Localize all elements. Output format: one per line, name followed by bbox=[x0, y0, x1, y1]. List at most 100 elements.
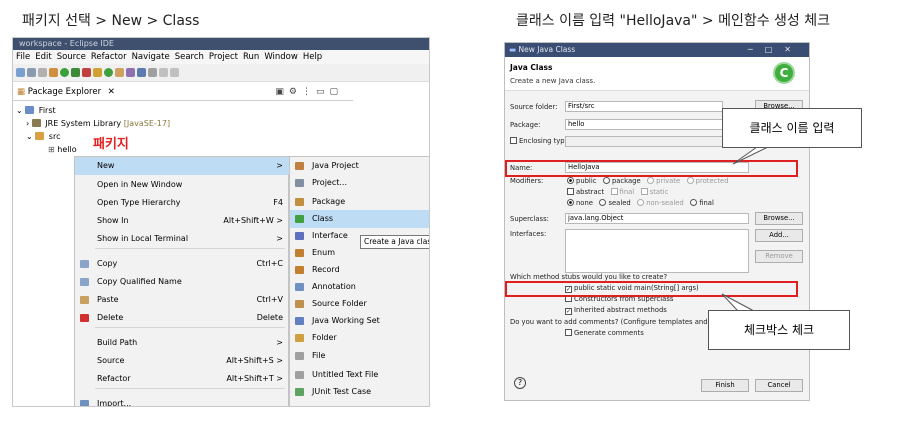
radio-none[interactable] bbox=[567, 199, 574, 206]
remove-button[interactable]: Remove bbox=[755, 250, 803, 263]
submenu-item[interactable]: Folder bbox=[290, 329, 429, 347]
copy-icon bbox=[80, 260, 89, 268]
window-controls[interactable]: ─□✕ bbox=[748, 43, 803, 57]
help-icon[interactable]: ? bbox=[514, 377, 526, 389]
checkbox[interactable] bbox=[510, 137, 517, 144]
context-menu-item[interactable]: Import... bbox=[75, 395, 289, 406]
forward-icon[interactable] bbox=[170, 68, 179, 77]
context-menu-item[interactable]: Open in New Window bbox=[75, 176, 289, 194]
new-icon[interactable] bbox=[16, 68, 25, 77]
menu-item[interactable]: Refactor bbox=[91, 50, 127, 64]
finish-button[interactable]: Finish bbox=[701, 379, 749, 392]
submenu-item[interactable]: Annotation bbox=[290, 278, 429, 296]
menu-item[interactable]: Project bbox=[209, 50, 238, 64]
tree-item-src[interactable]: ⌄ src bbox=[26, 131, 60, 142]
menu-item[interactable]: Window bbox=[264, 50, 298, 64]
submenu-item-label: Class bbox=[312, 214, 334, 223]
radio-label: none bbox=[576, 199, 593, 207]
enclosing-type-row[interactable]: Enclosing type: bbox=[510, 137, 571, 145]
dialog-title: New Java Class bbox=[518, 45, 576, 54]
view-toolbar-icons[interactable]: ▣⚙⋮▭▢ bbox=[275, 83, 343, 101]
menu-item[interactable]: Source bbox=[57, 50, 86, 64]
superclass-browse-button[interactable]: Browse... bbox=[755, 212, 803, 225]
external-tools-icon[interactable] bbox=[82, 68, 91, 77]
radio-protected[interactable] bbox=[686, 177, 694, 184]
submenu-item[interactable]: Java Working Set bbox=[290, 312, 429, 330]
close-icon[interactable]: ✕ bbox=[108, 87, 115, 97]
radio-sealed[interactable] bbox=[599, 199, 607, 206]
context-menu-item[interactable]: Refactor Alt+Shift+T > bbox=[75, 370, 289, 388]
submenu-item[interactable]: Other... Ctrl+N bbox=[290, 403, 429, 406]
context-menu-item[interactable]: Copy Ctrl+C bbox=[75, 255, 289, 273]
new-class-icon[interactable] bbox=[104, 68, 113, 77]
submenu-item[interactable]: Project... bbox=[290, 174, 429, 192]
source-folder-field[interactable]: First/src bbox=[565, 101, 723, 112]
package-label: Package: bbox=[510, 121, 541, 129]
radio-public[interactable] bbox=[567, 177, 574, 184]
generate-comments-row[interactable]: Generate comments bbox=[565, 329, 644, 337]
tree-item-package[interactable]: ⊞ hello bbox=[48, 144, 77, 155]
interfaces-list[interactable] bbox=[565, 229, 749, 273]
add-button[interactable]: Add... bbox=[755, 229, 803, 242]
radio-package[interactable] bbox=[602, 177, 610, 184]
radio-non-sealed[interactable] bbox=[637, 199, 645, 206]
context-menu-item[interactable]: Open Type Hierarchy F4 bbox=[75, 194, 289, 212]
chevron-right-icon[interactable]: › bbox=[26, 119, 29, 128]
open-type-icon[interactable] bbox=[115, 68, 124, 77]
context-menu-item[interactable]: Copy Qualified Name bbox=[75, 273, 289, 291]
cancel-button[interactable]: Cancel bbox=[755, 379, 803, 392]
menu-item[interactable]: Navigate bbox=[132, 50, 170, 64]
new-package-icon[interactable] bbox=[93, 68, 102, 77]
back-icon[interactable] bbox=[159, 68, 168, 77]
superclass-label: Superclass: bbox=[510, 215, 549, 223]
checkbox-static[interactable] bbox=[640, 188, 648, 195]
context-menu-item[interactable]: New > bbox=[75, 157, 289, 175]
tree-item-project[interactable]: ⌄ First bbox=[16, 105, 56, 116]
context-menu-item[interactable]: Show in Local Terminal > bbox=[75, 230, 289, 248]
debug-icon[interactable] bbox=[49, 68, 58, 77]
save-all-icon[interactable] bbox=[38, 68, 47, 77]
package-explorer-tab[interactable]: ▦ Package Explorer ✕ ▣⚙⋮▭▢ bbox=[13, 83, 353, 101]
submenu-item[interactable]: Untitled Text File bbox=[290, 366, 429, 384]
checkbox-inherited-checked[interactable]: ✓ bbox=[565, 308, 572, 315]
chevron-down-icon[interactable]: ⌄ bbox=[16, 106, 23, 115]
toolbar bbox=[13, 64, 429, 82]
submenu-item[interactable]: Class bbox=[290, 210, 429, 228]
enclosing-type-field[interactable] bbox=[565, 136, 723, 147]
submenu-item[interactable]: Source Folder bbox=[290, 295, 429, 313]
paste-icon bbox=[80, 296, 89, 304]
package-field[interactable]: hello bbox=[565, 119, 723, 130]
submenu-item[interactable]: Java Project bbox=[290, 157, 429, 175]
chevron-down-icon[interactable]: ⌄ bbox=[26, 132, 33, 141]
menu-item[interactable]: Run bbox=[243, 50, 259, 64]
menu-item[interactable]: File bbox=[16, 50, 30, 64]
stub-inherited-row[interactable]: ✓ Inherited abstract methods bbox=[565, 306, 667, 315]
radio-final[interactable] bbox=[690, 199, 698, 206]
annotation-nav-icon[interactable] bbox=[148, 68, 157, 77]
context-menu-item[interactable]: Delete Delete bbox=[75, 309, 289, 327]
checkbox-generate-comments[interactable] bbox=[565, 329, 572, 336]
search-icon[interactable] bbox=[126, 68, 135, 77]
checkbox-abstract[interactable] bbox=[567, 188, 574, 195]
context-menu-item[interactable]: Source Alt+Shift+S > bbox=[75, 352, 289, 370]
tree-item-jre[interactable]: › JRE System Library [JavaSE-17] bbox=[26, 118, 170, 129]
context-menu-item[interactable]: Show In Alt+Shift+W > bbox=[75, 212, 289, 230]
save-icon[interactable] bbox=[27, 68, 36, 77]
submenu-item[interactable]: File bbox=[290, 347, 429, 365]
checkbox-final[interactable] bbox=[610, 188, 618, 195]
checkbox-label: static bbox=[649, 188, 669, 196]
coverage-icon[interactable] bbox=[71, 68, 80, 77]
radio-private[interactable] bbox=[647, 177, 655, 184]
menu-item[interactable]: Search bbox=[175, 50, 204, 64]
context-menu-item[interactable]: Paste Ctrl+V bbox=[75, 291, 289, 309]
submenu-item[interactable]: JUnit Test Case bbox=[290, 383, 429, 401]
context-menu-item[interactable]: Build Path > bbox=[75, 334, 289, 352]
menu-item[interactable]: Edit bbox=[35, 50, 51, 64]
superclass-field[interactable]: java.lang.Object bbox=[565, 213, 749, 224]
run-icon[interactable] bbox=[60, 68, 69, 77]
menu-item-shortcut: Alt+Shift+S > bbox=[226, 356, 283, 365]
submenu-item[interactable]: Package bbox=[290, 193, 429, 211]
submenu-item[interactable]: Record bbox=[290, 261, 429, 279]
terminal-icon[interactable] bbox=[137, 68, 146, 77]
menu-item[interactable]: Help bbox=[303, 50, 322, 64]
